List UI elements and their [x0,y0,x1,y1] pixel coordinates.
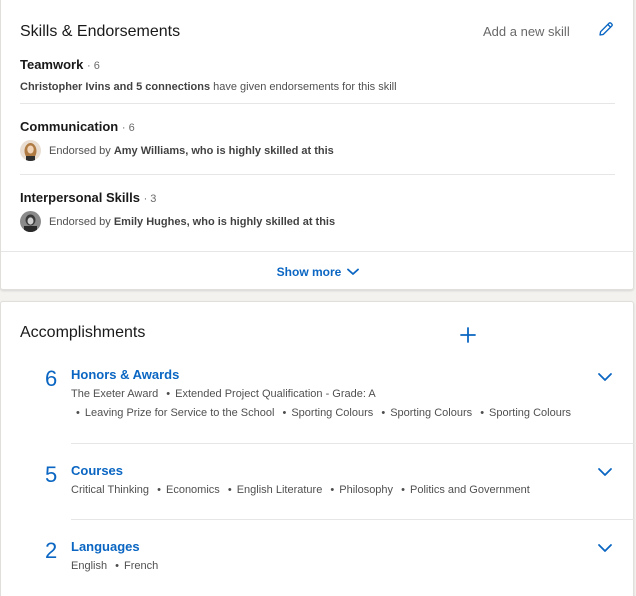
plus-icon[interactable] [459,326,477,344]
bullet-separator: • [227,484,232,496]
accomplishment-count: 5 [45,462,58,487]
avatar[interactable] [20,211,41,232]
show-more-button[interactable]: Show more [1,251,635,291]
accomplishment-entry: Critical Thinking [71,484,150,496]
endorsed-by-text: Endorsed by [49,215,114,228]
skills-endorsements-card: Skills & Endorsements Add a new skill Te… [0,0,635,291]
accomplishment-items: Critical Thinking • Economics • English Li… [71,481,591,500]
endorsed-by-text: Endorsed by [49,144,114,157]
endorsement-count[interactable]: 3 [150,193,156,205]
accomplishment-entry: Sporting Colours [291,407,374,419]
accomplishment-entry: Economics [165,484,220,496]
accomplishment-count: 2 [45,538,58,563]
bullet-separator: • [166,388,171,400]
accomplishment-count: 6 [45,366,58,391]
bullet-separator: • [480,407,485,419]
accomplishment-category-title[interactable]: Honors & Awards [71,367,179,382]
bullet-separator: • [381,407,386,419]
divider [71,443,634,444]
endorsement-summary[interactable]: Endorsed by Amy Williams, who is highly … [20,140,615,161]
accomplishments-title: Accomplishments [20,324,146,341]
avatar[interactable] [20,140,41,161]
skills-section-title: Skills & Endorsements [20,23,181,40]
accomplishment-entry: Politics and Government [409,484,530,496]
divider [20,103,615,104]
show-more-label: Show more [276,264,342,279]
bullet-separator: • [157,484,161,496]
skill-name[interactable]: Teamwork [20,57,83,72]
accomplishments-card: Accomplishments 6 Honors & Awards The Ex… [0,301,634,596]
separator-dot: · [86,60,94,72]
accomplishment-entry: Philosophy [339,484,394,496]
bullet-separator: • [115,560,119,572]
skill-item-interpersonal-skills: Interpersonal Skills · 3 Endorsed by Emi… [20,190,615,232]
accomplishment-entry: Sporting Colours [489,407,571,419]
endorsers-names: Christopher Ivins and 5 connections [20,81,211,93]
accomplishment-entry: Leaving Prize for Service to the School [84,407,275,419]
endorser-name: Emily Hughes, who is highly skilled at t… [113,215,336,228]
chevron-down-icon [347,268,360,275]
accomplishment-entry: English Literature [236,484,323,496]
divider [71,519,634,520]
accomplishment-entry: French [124,560,159,572]
chevron-down-icon[interactable] [597,540,613,556]
accomplishment-entry: Extended Project Qualification - Grade: … [175,388,376,400]
chevron-down-icon[interactable] [597,369,613,385]
divider [20,174,615,175]
skill-name[interactable]: Interpersonal Skills [20,190,140,205]
endorsement-count[interactable]: 6 [129,122,135,134]
bullet-separator: • [401,484,405,496]
bullet-separator: • [330,484,335,496]
accomplishment-entry: The Exeter Award [71,388,159,400]
endorser-name: Amy Williams, who is highly skilled at t… [113,144,334,157]
bullet-separator: • [282,407,287,419]
bullet-separator: • [76,407,80,419]
pencil-icon[interactable] [597,20,615,38]
endorsement-summary[interactable]: Endorsed by Emily Hughes, who is highly … [20,211,615,232]
separator-dot: · [121,122,129,134]
accomplishment-entry: Sporting Colours [390,407,473,419]
accomplishment-items: English • French [71,557,571,576]
endorsement-summary[interactable]: Christopher Ivins and 5 connections have… [20,81,615,93]
skill-name[interactable]: Communication [20,119,118,134]
accomplishment-items: The Exeter Award • Extended Project Quali… [71,385,571,423]
accomplishment-category-title[interactable]: Courses [71,463,123,478]
skill-item-teamwork: Teamwork · 6 Christopher Ivins and 5 con… [20,57,615,93]
accomplishment-entry: English [71,560,108,572]
skill-item-communication: Communication · 6 Endorsed by Amy Willia… [20,119,615,161]
endorsement-count[interactable]: 6 [94,60,100,72]
endorsement-text: have given endorsements for this skill [210,81,397,93]
add-new-skill-button[interactable]: Add a new skill [483,24,570,39]
chevron-down-icon[interactable] [597,464,613,480]
accomplishment-category-title[interactable]: Languages [71,539,140,554]
